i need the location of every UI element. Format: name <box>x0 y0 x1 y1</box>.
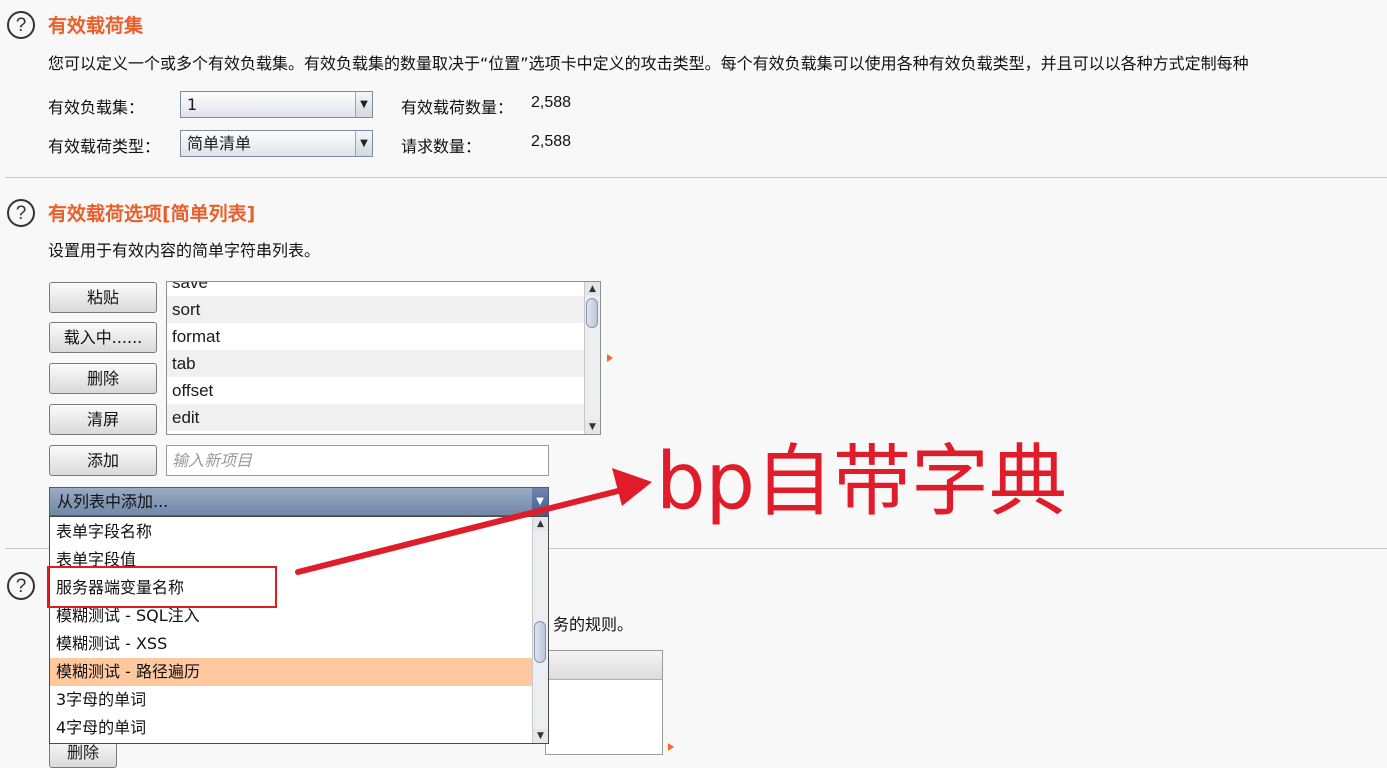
annotation-text: bp自带字典 <box>656 437 1068 527</box>
annotation-arrow <box>295 468 652 575</box>
